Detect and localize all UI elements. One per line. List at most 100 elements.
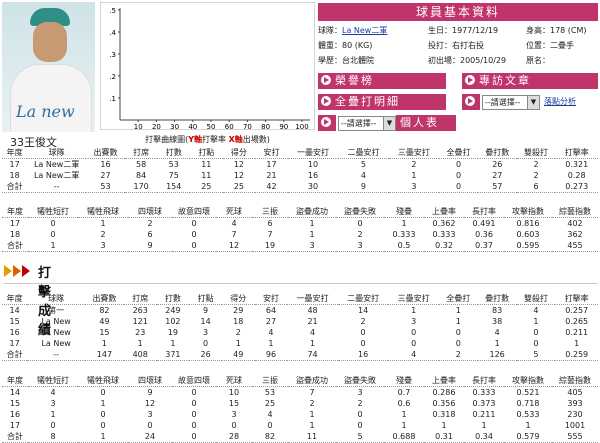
fielding-select[interactable]: --請選擇-- ▼: [482, 95, 540, 110]
table-cell: 17: [9, 421, 21, 430]
table-cell: 26: [492, 160, 503, 169]
table-cell: 0.521: [516, 388, 540, 397]
table-cell: 1: [525, 421, 531, 430]
table-cell: 0: [411, 339, 417, 348]
detail-button[interactable]: 全疊打明細: [318, 94, 446, 110]
table-cell: 42: [255, 181, 288, 193]
table-cell: 19: [167, 328, 178, 337]
table-cell: 0.273: [555, 181, 598, 193]
table-cell: 8: [28, 431, 78, 443]
table-cell: 27: [492, 171, 503, 180]
column-header: 得分: [221, 293, 255, 305]
table-cell: La New二軍: [33, 160, 80, 169]
column-header: 三振: [252, 375, 288, 387]
table-cell: 0.31: [424, 431, 464, 443]
major-league-extra-table: 年度 犧牲短打 犧牲飛球 四壞球 故意四壞 死球 三振 盜疊成功 盜疊失敗 殘疊 上疊率 長打率 攻擊指…: [2, 375, 598, 443]
table-cell: 0.259: [555, 349, 598, 361]
team-link[interactable]: La New二軍: [342, 23, 387, 38]
table-cell: 3: [288, 240, 336, 252]
table-cell: 1: [411, 306, 417, 315]
interview-button[interactable]: 專訪文章: [462, 73, 598, 89]
table-cell: 2: [147, 219, 153, 228]
caption-y: Y軸: [188, 135, 203, 144]
table-row: 17 La New 1 1 1 0 1 1 1 0 0 0 1 0 1: [2, 338, 598, 349]
table-cell: 53: [86, 181, 125, 193]
column-header: 犧牲短打: [28, 206, 78, 218]
table-cell: 1: [533, 317, 539, 326]
table-row: 18 La New二軍 27 84 75 11 12 21 16 4 1 0 27 2 0.28: [2, 170, 598, 181]
personal-play-button[interactable]: [318, 115, 336, 131]
table-cell: 0.318: [432, 410, 456, 419]
table-cell: 9: [338, 181, 389, 193]
table-cell: 393: [567, 399, 583, 408]
table-cell: 4: [494, 328, 500, 337]
table-cell: 18: [9, 171, 20, 180]
honor-button[interactable]: 榮譽榜: [318, 73, 446, 89]
table-cell: 0: [191, 219, 197, 228]
x-tick-label: 70: [243, 123, 252, 130]
y-tick-label: .3: [109, 51, 116, 59]
table-cell: 0: [50, 230, 56, 239]
table-cell: 249: [165, 306, 181, 315]
table-cell: 82: [252, 431, 288, 443]
table-cell: 3: [50, 399, 56, 408]
table-cell: 14: [200, 317, 211, 326]
table-cell: 0.491: [472, 219, 496, 228]
column-header: 攻擊指數: [504, 206, 552, 218]
column-header: 安打: [254, 293, 288, 305]
column-header: 安打: [255, 147, 288, 159]
table-cell: 15: [9, 399, 21, 408]
table-cell: 4: [50, 388, 56, 397]
fielding-select-value: --請選擇--: [485, 98, 521, 107]
caption-prefix: 打擊曲線圖(: [145, 135, 189, 144]
x-tick-label: 50: [207, 123, 216, 130]
table-row: 合計 -- 147 408 371 26 49 96 74 16 4 2 126 5 0.259: [2, 349, 598, 361]
personal-table-button[interactable]: 個人表: [396, 115, 456, 131]
table-cell: 263: [132, 306, 148, 315]
chart-frame: [100, 2, 315, 130]
table-cell: 3: [147, 410, 153, 419]
uniform: [10, 64, 92, 132]
column-header: 犧牲飛球: [78, 375, 128, 387]
table-cell: 0.333: [392, 230, 416, 239]
table-row: 18 0 2 6 0 7 7 1 2 0.333 0.333 0.36 0.603 362: [2, 229, 598, 240]
table-cell: 11: [201, 171, 212, 180]
table-cell: 4: [388, 349, 439, 361]
position: 位置：二疊手: [526, 41, 574, 50]
table-cell: 10: [228, 388, 240, 397]
table-cell: 0.36: [475, 230, 493, 239]
table-cell: 2: [357, 230, 363, 239]
table-cell: 0: [439, 181, 478, 193]
column-header: 三壘安打: [388, 147, 440, 159]
play-icon: [465, 75, 475, 85]
play-icon: [465, 96, 475, 106]
birth: 生日：1977/12/19: [428, 26, 499, 35]
table-cell: 1: [481, 421, 487, 430]
fielding-analysis-link[interactable]: 落點分析: [544, 96, 576, 107]
table-cell: 12: [233, 160, 244, 169]
column-header: 得分: [222, 147, 256, 159]
table-cell: --: [27, 349, 86, 361]
table-cell: 14: [9, 388, 21, 397]
fielding-play-button[interactable]: [462, 94, 480, 110]
personal-select-value: --請選擇--: [341, 119, 377, 128]
personal-select[interactable]: --請選擇-- ▼: [338, 116, 396, 131]
column-header: 年度: [2, 147, 28, 159]
column-header: 犧牲飛球: [78, 206, 128, 218]
column-header: 打點: [189, 293, 222, 305]
table-cell: 2: [235, 328, 241, 337]
table-cell: 53: [264, 388, 276, 397]
table-cell: 2: [438, 349, 478, 361]
table-cell: 24: [128, 431, 172, 443]
column-header: 故意四壞: [172, 206, 216, 218]
table-cell: 17: [9, 219, 21, 228]
table-cell: 第一: [48, 306, 65, 315]
table-cell: 2: [533, 160, 539, 169]
header-row: 年度 犧牲短打 犧牲飛球 四壞球 故意四壞 死球 三振 盜疊成功 盜疊失敗 殘疊 上疊率 長打率 攻擊指…: [2, 375, 598, 387]
column-header: 四壞球: [128, 375, 172, 387]
table-cell: 0: [533, 339, 539, 348]
team-label: 球隊：: [318, 26, 342, 35]
table-cell: 0: [455, 171, 462, 180]
table-cell: 1: [441, 421, 447, 430]
column-header: 出賽數: [85, 293, 124, 305]
